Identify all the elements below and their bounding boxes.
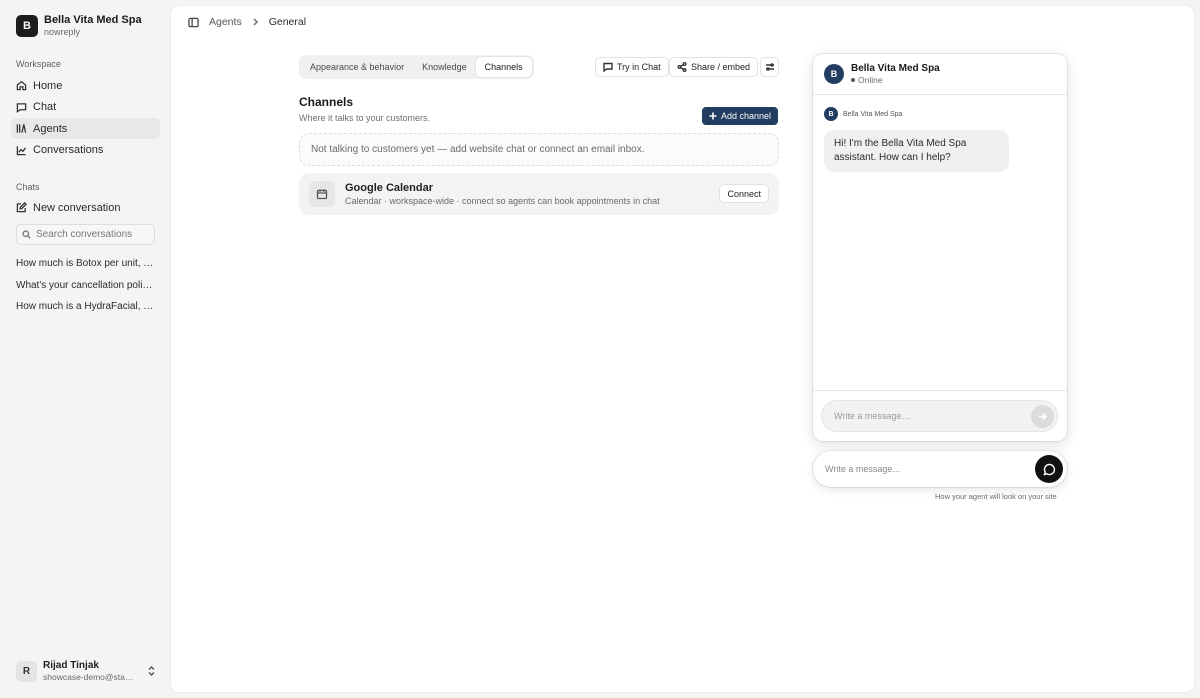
widget-avatar: B: [824, 64, 844, 84]
chevron-right-icon: [253, 18, 258, 26]
main-panel: Agents General Appearance & behavior Kno…: [171, 6, 1194, 692]
new-conversation-button[interactable]: New conversation: [11, 197, 160, 218]
sidebar-toggle-icon[interactable]: [188, 17, 199, 28]
widget-message-field[interactable]: [821, 400, 1058, 432]
breadcrumb-agents[interactable]: Agents: [209, 16, 242, 28]
tab-channels[interactable]: Channels: [475, 57, 532, 77]
chat-launcher[interactable]: [813, 451, 1067, 487]
chat-list-item[interactable]: What's your cancellation policy,…: [16, 278, 156, 300]
search-input[interactable]: [36, 229, 146, 240]
widget-status-label: Online: [858, 74, 883, 85]
breadcrumb-current: General: [268, 16, 307, 28]
message-sender: Bella Vita Med Spa: [843, 110, 903, 118]
page-title: Channels: [299, 95, 354, 109]
chat-widget-preview: B Bella Vita Med Spa Online B Bella Vita…: [813, 54, 1067, 441]
connect-button[interactable]: Connect: [719, 184, 769, 203]
message-avatar: B: [824, 107, 838, 121]
share-icon: [677, 62, 687, 72]
try-in-chat-label: Try in Chat: [617, 62, 661, 72]
search-icon: [22, 230, 31, 239]
tab-knowledge[interactable]: Knowledge: [413, 57, 476, 77]
arrow-right-icon: [1039, 412, 1047, 421]
sidebar-item-label: Chat: [33, 101, 57, 113]
page-subtitle: Where it talks to your customers.: [299, 113, 431, 123]
widget-header: B Bella Vita Med Spa Online: [813, 54, 1067, 95]
calendar-icon: [309, 181, 335, 207]
sidebar-item-home[interactable]: Home: [11, 75, 160, 96]
widget-agent-name: Bella Vita Med Spa: [851, 62, 940, 74]
chats-nav: New conversation: [11, 197, 160, 219]
calendar-name: Google Calendar: [345, 182, 434, 194]
workspace-switcher[interactable]: B Bella Vita Med Spa nowreply: [16, 14, 142, 38]
share-embed-button[interactable]: Share / embed: [669, 57, 759, 77]
agents-icon: [16, 124, 27, 133]
workspace-nav: Home Chat Agents Conversations: [11, 75, 160, 161]
message-circle-icon: [1042, 463, 1055, 476]
sidebar-item-conversations[interactable]: Conversations: [11, 140, 160, 161]
launcher-button[interactable]: [1035, 455, 1063, 483]
tab-appearance[interactable]: Appearance & behavior: [301, 57, 413, 77]
calendar-description: Calendar · workspace-wide · connect so a…: [345, 196, 660, 206]
widget-status: Online: [851, 75, 940, 86]
home-icon: [16, 80, 27, 91]
widget-message-input[interactable]: [834, 411, 1014, 421]
chat-list: How much is Botox per unit, an… What's y…: [16, 256, 156, 321]
sidebar: B Bella Vita Med Spa nowreply Workspace …: [0, 0, 170, 698]
user-email: showcase-demo@star…: [43, 672, 135, 682]
workspace-sub: nowreply: [44, 27, 81, 37]
chat-bubble-icon: [16, 102, 27, 113]
status-dot-icon: [851, 78, 855, 82]
chat-list-item[interactable]: How much is Botox per unit, an…: [16, 256, 156, 278]
send-button[interactable]: [1031, 405, 1054, 428]
breadcrumb: Agents General: [188, 16, 306, 28]
preview-caption: How your agent will look on your site: [935, 492, 1057, 501]
edit-icon: [16, 202, 27, 213]
plus-icon: [709, 112, 717, 120]
user-menu[interactable]: R Rijad Tinjak showcase-demo@star…: [16, 660, 156, 683]
sliders-icon: [765, 63, 774, 71]
empty-state: Not talking to customers yet — add websi…: [299, 133, 779, 166]
try-in-chat-button[interactable]: Try in Chat: [595, 57, 669, 77]
message-header: B Bella Vita Med Spa: [824, 107, 902, 121]
new-conversation-label: New conversation: [33, 201, 121, 214]
sidebar-item-label: Home: [33, 79, 63, 92]
search-conversations[interactable]: [16, 224, 155, 245]
sidebar-item-label: Agents: [33, 122, 68, 135]
user-name: Rijad Tinjak: [43, 660, 99, 671]
workspace-logo: B: [16, 15, 38, 37]
settings-tabs: Appearance & behavior Knowledge Channels: [299, 55, 534, 79]
chart-icon: [16, 145, 27, 155]
greeting-bubble: Hi! I'm the Bella Vita Med Spa assistant…: [824, 130, 1009, 172]
settings-button[interactable]: [760, 57, 779, 77]
chat-list-item[interactable]: How much is a HydraFacial, an…: [16, 299, 156, 321]
workspace-section-label: Workspace: [16, 59, 61, 69]
google-calendar-card: Google Calendar Calendar · workspace-wid…: [299, 173, 779, 215]
launcher-input[interactable]: [825, 464, 1015, 474]
sidebar-item-label: Conversations: [33, 144, 104, 156]
chevron-up-down-icon: [148, 666, 155, 676]
share-embed-label: Share / embed: [691, 62, 751, 72]
sidebar-item-chat[interactable]: Chat: [11, 97, 160, 118]
avatar: R: [16, 661, 37, 682]
chat-bubble-icon: [603, 62, 613, 72]
sidebar-item-agents[interactable]: Agents: [11, 118, 160, 139]
chats-section-label: Chats: [16, 182, 40, 192]
workspace-name: Bella Vita Med Spa: [44, 14, 142, 26]
widget-composer: [813, 390, 1067, 441]
add-channel-button[interactable]: Add channel: [702, 107, 778, 125]
add-channel-label: Add channel: [720, 111, 772, 121]
